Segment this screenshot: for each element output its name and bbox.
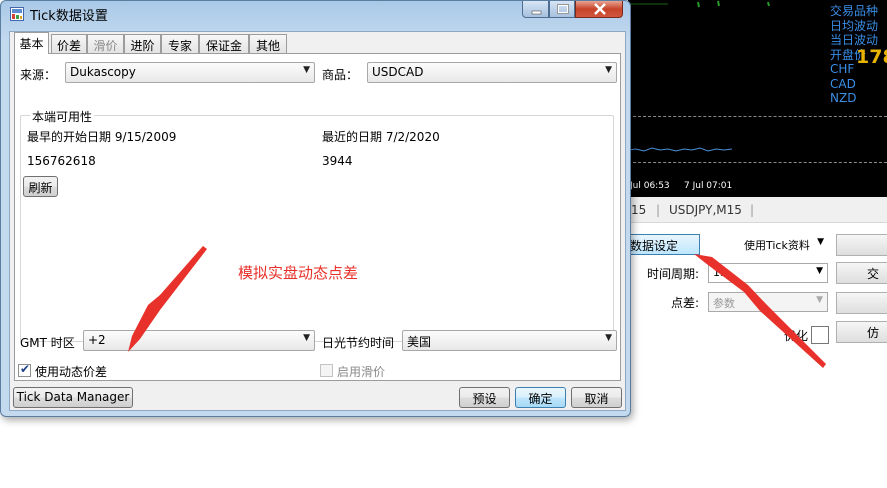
- gmt-value: +2: [88, 333, 106, 347]
- refresh-button[interactable]: 刷新: [23, 176, 58, 197]
- minimize-button[interactable]: [522, 1, 549, 18]
- gmt-label: GMT 时区: [20, 336, 75, 350]
- spread-label: 点差:: [671, 296, 700, 310]
- slippage-label: 启用滑价: [337, 365, 386, 379]
- chevron-down-icon: ▼: [816, 266, 823, 276]
- data-settings-button[interactable]: 数据设定: [628, 234, 700, 255]
- tab-other[interactable]: 其他: [249, 34, 287, 54]
- quote-item: 交易品种: [830, 4, 879, 18]
- close-icon: [594, 3, 606, 15]
- chart-tab-separator: |: [656, 203, 661, 217]
- availability-title: 本端可用性: [30, 108, 95, 125]
- dynamic-spread-label: 使用动态价差: [35, 365, 108, 379]
- close-button[interactable]: [575, 1, 623, 18]
- chart-tab[interactable]: 15: [631, 203, 646, 217]
- background-chart: 交易品种 日均波动 当日波动 开盘价 CHF CAD NZD 178 Jul 0…: [628, 0, 887, 197]
- tab-spread[interactable]: 价差: [51, 34, 87, 54]
- optimize-checkbox[interactable]: [811, 326, 829, 344]
- chevron-down-icon: ▼: [816, 295, 823, 305]
- preset-button[interactable]: 预设: [459, 387, 510, 408]
- side-button-simulate[interactable]: 仿: [836, 321, 887, 343]
- chevron-down-icon: ▼: [605, 65, 612, 75]
- checkmark-icon: ✔: [20, 362, 31, 376]
- annotation-text: 模拟实盘动态点差: [238, 264, 359, 282]
- symbol-value: USDCAD: [372, 65, 424, 79]
- tab-slippage[interactable]: 滑价: [87, 34, 124, 54]
- ok-button[interactable]: 确定: [515, 387, 566, 408]
- chart-tab-usdjpy[interactable]: USDJPY,M15: [669, 203, 742, 217]
- chevron-down-icon: ▼: [817, 237, 824, 247]
- dynamic-spread-checkbox[interactable]: ✔: [18, 362, 31, 377]
- chevron-down-icon: ▼: [605, 333, 612, 343]
- dst-label: 日光节约时间: [322, 336, 395, 350]
- chart-time-label: Jul 06:53: [630, 181, 670, 191]
- source-combo[interactable]: Dukascopy ▼: [65, 62, 315, 83]
- spread-select-value: 参数: [713, 297, 735, 310]
- chart-tab-separator: |: [750, 203, 755, 217]
- quote-big-value: 178: [856, 46, 887, 68]
- side-button[interactable]: [836, 292, 887, 314]
- chart-tabs-bar: 15 | USDJPY,M15 |: [628, 197, 887, 223]
- tab-advanced[interactable]: 进阶: [124, 34, 161, 54]
- side-button[interactable]: [836, 234, 887, 256]
- tab-margin[interactable]: 保证金: [199, 34, 249, 54]
- tab-page-basic: 来源： Dukascopy ▼ 商品： USDCAD ▼ 本端可用性 最早的开始…: [14, 53, 621, 381]
- gmt-combo[interactable]: +2 ▼: [83, 330, 315, 351]
- quote-item: CAD: [830, 76, 856, 91]
- dialog-title: Tick数据设置: [30, 9, 108, 24]
- earliest-date: 最早的开始日期 9/15/2009: [27, 130, 177, 144]
- chart-divider: [628, 116, 887, 117]
- source-value: Dukascopy: [70, 65, 136, 79]
- tab-expert[interactable]: 专家: [161, 34, 199, 54]
- slippage-checkbox[interactable]: [320, 364, 333, 377]
- model-select-value: 使用Tick资料: [744, 239, 810, 252]
- maximize-button[interactable]: [549, 1, 575, 18]
- tick-data-settings-dialog: Tick数据设置 基本 价差 滑价 进阶 专家 保证金 其他 来源： Dukas…: [0, 0, 631, 417]
- optimize-label: 优化: [784, 329, 809, 343]
- source-label: 来源：: [20, 68, 57, 82]
- side-button-open[interactable]: 交: [836, 262, 887, 284]
- tick-data-manager-button[interactable]: Tick Data Manager: [13, 387, 133, 408]
- chevron-down-icon: ▼: [303, 333, 310, 343]
- chart-time-label: 7 Jul 07:01: [684, 181, 733, 191]
- symbol-label: 商品：: [322, 68, 359, 82]
- period-select[interactable]: 15 ▼: [708, 263, 828, 283]
- period-select-value: 15: [713, 266, 727, 279]
- model-select[interactable]: 使用Tick资料 ▼: [708, 235, 828, 255]
- chart-price-line: [628, 147, 733, 152]
- latest-date: 最近的日期 7/2/2020: [322, 130, 440, 144]
- dst-combo[interactable]: 美国 ▼: [402, 330, 617, 351]
- chart-divider: [628, 162, 887, 163]
- title-bar[interactable]: Tick数据设置: [1, 1, 630, 25]
- minimize-icon: [531, 10, 542, 15]
- symbol-combo[interactable]: USDCAD ▼: [367, 62, 617, 83]
- app-icon: [10, 7, 24, 21]
- dst-value: 美国: [407, 335, 432, 349]
- tab-basic[interactable]: 基本: [14, 32, 49, 54]
- spread-select[interactable]: 参数 ▼: [708, 292, 828, 312]
- availability-group: 本端可用性 最早的开始日期 9/15/2009 最近的日期 7/2/2020 1…: [20, 108, 614, 342]
- quote-item: 日均波动: [830, 18, 879, 33]
- earliest-count: 156762618: [27, 154, 96, 168]
- quote-item: NZD: [830, 91, 857, 105]
- period-label: 时间周期:: [647, 267, 700, 281]
- chevron-down-icon: ▼: [303, 65, 310, 75]
- dialog-client: 基本 价差 滑价 进阶 专家 保证金 其他 来源： Dukascopy ▼ 商品…: [9, 31, 626, 411]
- latest-count: 3944: [322, 154, 353, 168]
- cancel-button[interactable]: 取消: [571, 387, 622, 408]
- maximize-icon: [557, 4, 569, 14]
